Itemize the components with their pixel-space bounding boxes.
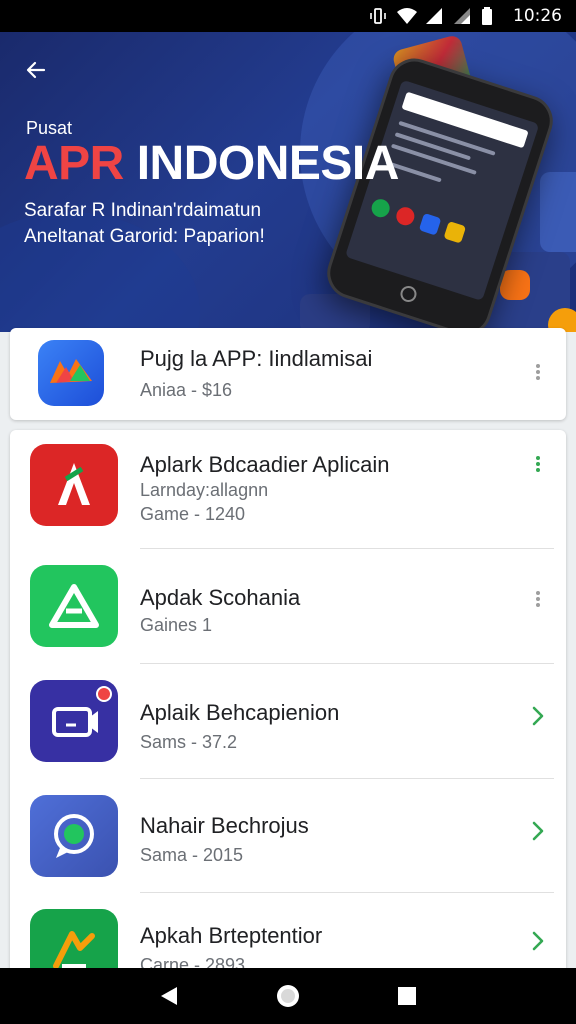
app-meta: Sama - 2015 [140,845,244,865]
chevron-right-icon [532,821,544,841]
status-bar: 10:26 [0,0,576,32]
app-meta: Gaines 1 [140,615,213,635]
decorative-tile [500,270,530,300]
green-triangle-icon [30,565,118,647]
navigation-bar [0,968,576,1024]
nav-recents-button[interactable] [387,976,427,1016]
circle-home-icon [276,985,299,1007]
signal-2-icon [453,7,471,25]
list-item[interactable]: Apdak Scohania Gaines 1 [10,549,566,663]
app-meta-secondary: Larnday:allagnn [140,480,269,500]
arrow-left-icon [26,61,46,79]
signal-icon [425,7,443,25]
hero-subtitle: Sarafar R Indinan'rdaimatun Aneltanat Ga… [24,198,344,250]
open-app-button[interactable] [524,927,552,955]
chat-bubble-icon [30,795,118,877]
decorative-tile [540,172,576,252]
list-item[interactable]: Aplark Bdcaadier Aplicain Larnday:allagn… [10,430,566,548]
app-name: Apkah Brteptentior [140,923,323,948]
app-meta: Sams - 37.2 [140,732,238,752]
battery-icon [481,7,499,25]
video-camera-icon [30,680,118,762]
featured-app-icon [38,340,104,406]
more-options-button[interactable] [524,358,552,386]
more-options-button[interactable] [524,450,552,478]
chevron-right-icon [532,706,544,726]
featured-app-card[interactable]: Pujg la APP: Iindlamisai Aniaa - $16 [10,328,566,420]
more-vert-icon [536,364,540,380]
square-recents-icon [397,987,416,1005]
more-options-button[interactable] [524,585,552,613]
back-button[interactable] [18,52,54,88]
hero-subtitle-line2: Aneltanat Garorid: Paparion! [24,226,265,247]
app-meta: Game - 1240 [140,504,246,524]
hero-title: APR INDONESIA [24,136,399,191]
red-a-icon [30,444,118,526]
triangle-back-icon [161,987,178,1005]
chevron-right-icon [532,931,544,951]
featured-app-meta: Aniaa - $16 [140,380,233,400]
app-name: Apdak Scohania [140,585,301,610]
app-name: Aplark Bdcaadier Aplicain [140,452,390,477]
list-item[interactable]: Nahair Bechrojus Sama - 2015 [10,779,566,893]
vibrate-icon [369,7,387,25]
hero-banner: Pusat APR INDONESIA Sarafar R Indinan'rd… [0,32,576,332]
hero-title-accent: APR [24,137,124,190]
open-app-button[interactable] [524,702,552,730]
list-item[interactable]: Aplaik Behcapienion Sams - 37.2 [10,664,566,778]
hero-title-rest: INDONESIA [136,137,400,190]
status-time: 10:26 [513,6,562,26]
app-list: Aplark Bdcaadier Aplicain Larnday:allagn… [10,430,566,990]
hero-subtitle-line1: Sarafar R Indinan'rdaimatun [24,200,262,221]
more-vert-icon [536,591,540,607]
wifi-icon [397,7,417,25]
more-vert-icon [536,456,540,472]
featured-app-name: Pujg la APP: Iindlamisai [140,346,373,371]
app-name: Aplaik Behcapienion [140,700,340,725]
open-app-button[interactable] [524,817,552,845]
nav-back-button[interactable] [149,976,189,1016]
app-name: Nahair Bechrojus [140,813,309,838]
nav-home-button[interactable] [268,976,308,1016]
